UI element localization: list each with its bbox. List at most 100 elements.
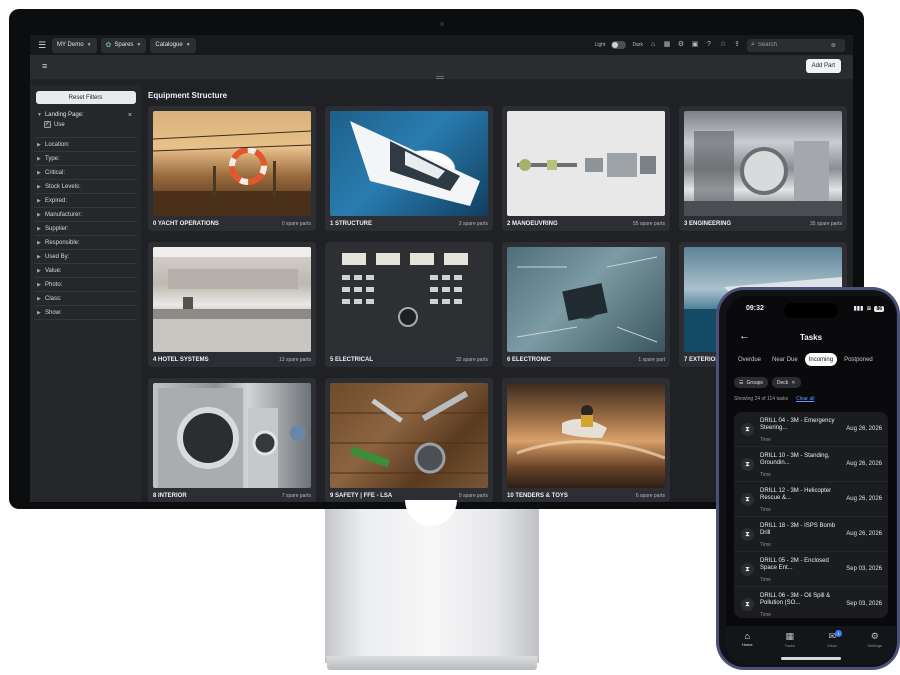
clear-search-icon[interactable]: ⊗ xyxy=(831,42,836,49)
task-row[interactable]: ⧗ DRILL 18 - 3M - ISPS Bomb Drill Time Aug … xyxy=(734,517,888,552)
page-title: Tasks xyxy=(799,333,823,342)
task-row[interactable]: ⧗ DRILL 10 - 3M - Standing, Groundin... Ti… xyxy=(734,447,888,482)
tile-electronic[interactable]: 6 ELECTRONIC 1 spare part xyxy=(502,242,670,367)
tab-postponed[interactable]: Postponed xyxy=(840,353,877,366)
tile-name: 4 HOTEL SYSTEMS xyxy=(153,357,209,363)
tab-incoming[interactable]: Incoming xyxy=(804,353,838,366)
breadcrumb-vessel[interactable]: MY Demo ▼ xyxy=(52,37,97,53)
share-icon[interactable]: ⇪ xyxy=(733,41,741,49)
task-row[interactable]: ⧗ DRILL 05 - 2M - Enclosed Space Ent... Ti… xyxy=(734,552,888,587)
filter-usedby[interactable]: ▶ Used By: xyxy=(34,250,137,264)
filter-label: Class: xyxy=(45,295,62,302)
tile-illustration xyxy=(517,153,656,177)
chip-label: Deck xyxy=(776,379,789,386)
filter-location[interactable]: ▶ Location: xyxy=(34,138,137,152)
filter-type[interactable]: ▶ Type: xyxy=(34,152,137,166)
tile-interior[interactable]: 8 INTERIOR 7 spare parts xyxy=(148,378,316,502)
tile-manoeuvring[interactable]: 2 MANOEUVRING 55 spare parts xyxy=(502,106,670,231)
tile-name: 6 ELECTRONIC xyxy=(507,357,552,363)
results-summary: Showing 24 of 114 tasks Clear all xyxy=(734,396,814,402)
task-row[interactable]: ⧗ DRILL 06 - 3M - Oil Spill & Pollution (… xyxy=(734,587,888,618)
app-logo-icon[interactable]: ☰ xyxy=(36,39,48,51)
home-icon: ⌂ xyxy=(744,631,750,641)
tile-name: 1 STRUCTURE xyxy=(330,221,373,227)
tile-structure[interactable]: 1 STRUCTURE 2 spare parts xyxy=(325,106,493,231)
tile-count: 0 spare parts xyxy=(281,221,311,227)
groups-button[interactable]: ☰ Groups xyxy=(734,377,768,388)
drag-handle[interactable] xyxy=(436,76,444,79)
add-part-button[interactable]: Add Part xyxy=(805,59,841,73)
filter-manufacturer[interactable]: ▶ Manufacturer: xyxy=(34,208,137,222)
tile-safety[interactable]: 9 SAFETY | FFE - LSA 9 spare parts xyxy=(325,378,493,502)
inbox-icon: ✉ xyxy=(828,631,837,641)
hourglass-icon: ⧗ xyxy=(741,528,754,541)
filter-value[interactable]: ▶ Value: xyxy=(34,264,137,278)
filter-critical[interactable]: ▶ Critical: xyxy=(34,166,137,180)
spares-icon: ✿ xyxy=(105,42,112,49)
clear-all-link[interactable]: Clear all xyxy=(796,396,814,402)
filter-supplier[interactable]: ▶ Supplier: xyxy=(34,222,137,236)
status-indicators: ▮▮▮ ≋ 86 xyxy=(854,305,884,312)
menu-icon[interactable]: ≡ xyxy=(42,62,47,71)
filter-landing-page[interactable]: ▼ Landing Page: × ✓ Use xyxy=(34,110,137,138)
breadcrumb-view[interactable]: Catalogue ▼ xyxy=(150,37,196,53)
tile-illustration xyxy=(350,121,480,206)
search-input[interactable] xyxy=(757,42,828,48)
tab-overdue[interactable]: Overdue xyxy=(734,353,765,366)
chevron-down-icon: ▼ xyxy=(136,42,142,48)
tile-tenders-toys[interactable]: 10 TENDERS & TOYS 6 spare parts xyxy=(502,378,670,502)
filter-stocklevels[interactable]: ▶ Stock Levels: xyxy=(34,180,137,194)
tile-engineering[interactable]: 3 ENGINEERING 35 spare parts xyxy=(679,106,847,231)
filter-class[interactable]: ▶ Class: xyxy=(34,292,137,306)
nav-settings[interactable]: ⚙ Settings xyxy=(857,631,893,664)
home-icon[interactable]: ⌂ xyxy=(649,41,657,49)
grid-icon: ▦ xyxy=(785,631,794,641)
tile-illustration xyxy=(516,256,658,343)
help-icon[interactable]: ? xyxy=(705,41,713,49)
gear-icon[interactable]: ⚙ xyxy=(677,41,685,49)
tile-count: 35 spare parts xyxy=(810,221,842,227)
tile-yacht-operations[interactable]: 0 YACHT OPERATIONS 0 spare parts xyxy=(148,106,316,231)
task-trigger: Time xyxy=(760,472,771,478)
deck-chip[interactable]: Deck ✕ xyxy=(771,377,801,388)
use-checkbox[interactable]: ✓ xyxy=(44,121,51,128)
nav-home[interactable]: ⌂ Home xyxy=(729,631,765,664)
task-due-date: Sep 03, 2026 xyxy=(846,601,882,607)
calendar-icon[interactable]: ▦ xyxy=(663,41,671,49)
tile-image xyxy=(153,383,311,488)
tile-illustration xyxy=(342,253,468,327)
top-bar: ☰ MY Demo ▼ ✿ Spares ▼ Catalogue ▼ Light xyxy=(30,35,853,55)
filter-show[interactable]: ▶ Show: xyxy=(34,306,137,320)
task-list: ⧗ DRILL 04 - 3M - Emergency Steering... Ti… xyxy=(734,412,888,618)
phone-bezel: 09:32 ▮▮▮ ≋ 86 ← Tasks Overdue Near Due … xyxy=(719,290,897,667)
tile-hotel-systems[interactable]: 4 HOTEL SYSTEMS 13 spare parts xyxy=(148,242,316,367)
close-icon[interactable]: ✕ xyxy=(791,380,795,386)
filter-expired[interactable]: ▶ Expired: xyxy=(34,194,137,208)
star-icon[interactable]: ☆ xyxy=(719,41,727,49)
chevron-right-icon: ▶ xyxy=(37,183,41,190)
status-bar: 09:32 ▮▮▮ ≋ 86 xyxy=(726,305,896,315)
filter-label: Expired: xyxy=(45,197,68,204)
tab-near-due[interactable]: Near Due xyxy=(768,353,802,366)
task-name: DRILL 18 - 3M - ISPS Bomb Drill xyxy=(760,523,836,536)
reset-filters-button[interactable]: Reset Filters xyxy=(35,91,136,104)
tile-count: 55 spare parts xyxy=(633,221,665,227)
filter-icon: ☰ xyxy=(739,379,744,386)
task-row[interactable]: ⧗ DRILL 04 - 3M - Emergency Steering... Ti… xyxy=(734,412,888,447)
tile-electrical[interactable]: 5 ELECTRICAL 32 spare parts xyxy=(325,242,493,367)
filter-sidebar: Reset Filters ▼ Landing Page: × ✓ Use ▶ L… xyxy=(30,85,141,502)
task-trigger: Time xyxy=(760,577,771,583)
nav-label: Tasks xyxy=(784,643,795,648)
task-row[interactable]: ⧗ DRILL 12 - 3M - Helicopter Rescue &... T… xyxy=(734,482,888,517)
tile-image xyxy=(684,111,842,216)
tile-image xyxy=(330,247,488,352)
qr-icon[interactable]: ▣ xyxy=(691,41,699,49)
theme-toggle[interactable] xyxy=(611,41,627,49)
close-icon[interactable]: × xyxy=(128,112,132,119)
tile-image xyxy=(330,111,488,216)
hourglass-icon: ⧗ xyxy=(741,563,754,576)
filter-photo[interactable]: ▶ Photo: xyxy=(34,278,137,292)
filter-responsible[interactable]: ▶ Responsible: xyxy=(34,236,137,250)
phone-frame: 09:32 ▮▮▮ ≋ 86 ← Tasks Overdue Near Due … xyxy=(716,287,900,670)
breadcrumb-module[interactable]: ✿ Spares ▼ xyxy=(100,37,147,53)
